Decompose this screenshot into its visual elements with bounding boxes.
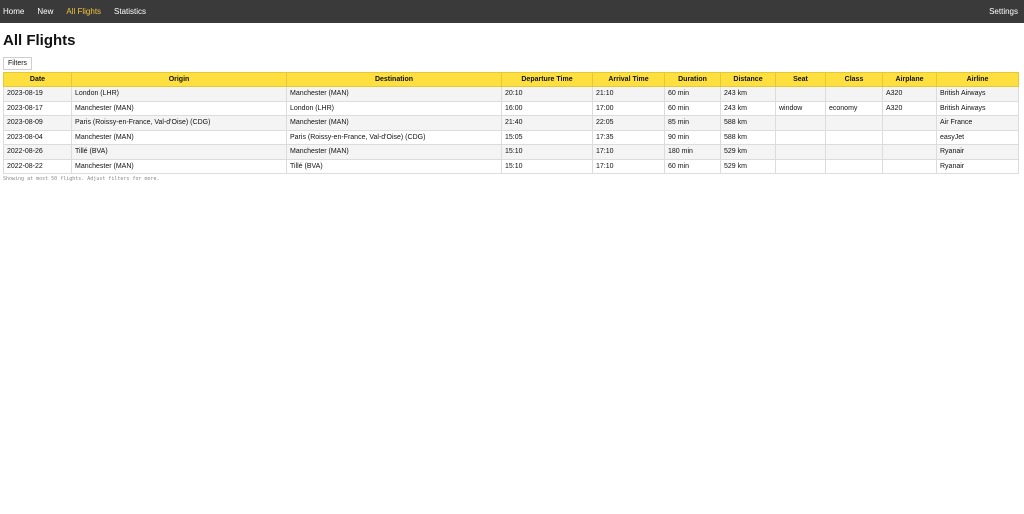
cell-origin: Paris (Roissy-en-France, Val-d'Oise) (CD… bbox=[71, 115, 287, 131]
flights-table: Date Origin Destination Departure Time Arriv… bbox=[3, 72, 1019, 174]
cell-airplane bbox=[882, 115, 937, 131]
cell-origin: Tillé (BVA) bbox=[71, 144, 287, 160]
cell-arrival-time: 17:00 bbox=[592, 100, 665, 116]
nav-right: Settings bbox=[989, 7, 1021, 16]
cell-class bbox=[825, 86, 883, 102]
table-header: Date Origin Destination Departure Time Arriv… bbox=[3, 72, 1019, 87]
table-body: 2023-08-19 London (LHR) Manchester (MAN) 20… bbox=[3, 86, 1019, 174]
column-header-arrival-time: Arrival Time bbox=[592, 72, 665, 87]
column-header-airline: Airline bbox=[936, 72, 1019, 87]
cell-seat bbox=[775, 158, 826, 174]
table-row[interactable]: 2023-08-19 London (LHR) Manchester (MAN) 20… bbox=[3, 86, 1019, 102]
cell-distance: 529 km bbox=[720, 158, 776, 174]
column-header-departure-time: Departure Time bbox=[501, 72, 593, 87]
cell-airplane bbox=[882, 158, 937, 174]
cell-seat bbox=[775, 86, 826, 102]
cell-duration: 60 min bbox=[664, 86, 721, 102]
column-header-origin: Origin bbox=[71, 72, 287, 87]
cell-destination: Paris (Roissy-en-France, Val-d'Oise) (CD… bbox=[286, 129, 502, 145]
cell-departure-time: 16:00 bbox=[501, 100, 593, 116]
cell-origin: London (LHR) bbox=[71, 86, 287, 102]
table-row[interactable]: 2023-08-09 Paris (Roissy-en-France, Val-d… bbox=[3, 115, 1019, 131]
cell-airline: Air France bbox=[936, 115, 1019, 131]
table-row[interactable]: 2022-08-26 Tillé (BVA) Manchester (MAN) 15:… bbox=[3, 144, 1019, 160]
cell-departure-time: 15:10 bbox=[501, 144, 593, 160]
top-navbar: Home New All Flights Statistics Settings bbox=[0, 0, 1024, 23]
cell-origin: Manchester (MAN) bbox=[71, 158, 287, 174]
page-title: All Flights bbox=[3, 32, 76, 49]
cell-seat bbox=[775, 115, 826, 131]
cell-airplane: A320 bbox=[882, 100, 937, 116]
cell-distance: 243 km bbox=[720, 100, 776, 116]
cell-distance: 588 km bbox=[720, 115, 776, 131]
cell-class bbox=[825, 158, 883, 174]
cell-departure-time: 15:05 bbox=[501, 129, 593, 145]
cell-airline: Ryanair bbox=[936, 144, 1019, 160]
nav-new-link[interactable]: New bbox=[37, 7, 53, 16]
cell-origin: Manchester (MAN) bbox=[71, 129, 287, 145]
cell-class bbox=[825, 115, 883, 131]
cell-airplane bbox=[882, 129, 937, 145]
cell-arrival-time: 22:05 bbox=[592, 115, 665, 131]
cell-class bbox=[825, 129, 883, 145]
column-header-seat: Seat bbox=[775, 72, 826, 87]
table-row[interactable]: 2022-08-22 Manchester (MAN) Tillé (BVA) 15:… bbox=[3, 158, 1019, 174]
cell-origin: Manchester (MAN) bbox=[71, 100, 287, 116]
cell-airplane bbox=[882, 144, 937, 160]
column-header-airplane: Airplane bbox=[882, 72, 937, 87]
cell-airline: easyJet bbox=[936, 129, 1019, 145]
nav-statistics-link[interactable]: Statistics bbox=[114, 7, 146, 16]
cell-seat bbox=[775, 129, 826, 145]
cell-duration: 90 min bbox=[664, 129, 721, 145]
cell-date: 2022-08-26 bbox=[3, 144, 72, 160]
nav-links: Home New All Flights Statistics bbox=[3, 7, 159, 16]
results-footnote: Showing at most 50 flights. Adjust filte… bbox=[3, 176, 160, 182]
cell-airline: Ryanair bbox=[936, 158, 1019, 174]
cell-date: 2023-08-19 bbox=[3, 86, 72, 102]
cell-duration: 60 min bbox=[664, 100, 721, 116]
nav-home-link[interactable]: Home bbox=[3, 7, 24, 16]
cell-destination: Manchester (MAN) bbox=[286, 115, 502, 131]
column-header-distance: Distance bbox=[720, 72, 776, 87]
cell-arrival-time: 17:10 bbox=[592, 158, 665, 174]
cell-destination: Manchester (MAN) bbox=[286, 144, 502, 160]
flights-table-container: Date Origin Destination Departure Time Arriv… bbox=[3, 72, 1019, 174]
nav-all-flights-link[interactable]: All Flights bbox=[66, 7, 101, 16]
column-header-class: Class bbox=[825, 72, 883, 87]
cell-date: 2023-08-09 bbox=[3, 115, 72, 131]
cell-arrival-time: 17:10 bbox=[592, 144, 665, 160]
cell-date: 2022-08-22 bbox=[3, 158, 72, 174]
header-row: Date Origin Destination Departure Time Arriv… bbox=[3, 72, 1019, 87]
cell-destination: London (LHR) bbox=[286, 100, 502, 116]
cell-duration: 180 min bbox=[664, 144, 721, 160]
cell-departure-time: 20:10 bbox=[501, 86, 593, 102]
cell-seat bbox=[775, 144, 826, 160]
cell-arrival-time: 21:10 bbox=[592, 86, 665, 102]
column-header-destination: Destination bbox=[286, 72, 502, 87]
cell-date: 2023-08-04 bbox=[3, 129, 72, 145]
cell-distance: 588 km bbox=[720, 129, 776, 145]
filters-button[interactable]: Filters bbox=[3, 57, 33, 70]
cell-date: 2023-08-17 bbox=[3, 100, 72, 116]
cell-class: economy bbox=[825, 100, 883, 116]
cell-departure-time: 21:40 bbox=[501, 115, 593, 131]
cell-departure-time: 15:10 bbox=[501, 158, 593, 174]
cell-duration: 85 min bbox=[664, 115, 721, 131]
column-header-date: Date bbox=[3, 72, 72, 87]
cell-airplane: A320 bbox=[882, 86, 937, 102]
nav-settings-link[interactable]: Settings bbox=[989, 7, 1018, 16]
cell-arrival-time: 17:35 bbox=[592, 129, 665, 145]
cell-airline: British Airways bbox=[936, 86, 1019, 102]
cell-class bbox=[825, 144, 883, 160]
table-row[interactable]: 2023-08-04 Manchester (MAN) Paris (Roissy-… bbox=[3, 129, 1019, 145]
table-row[interactable]: 2023-08-17 Manchester (MAN) London (LHR) 16… bbox=[3, 100, 1019, 116]
cell-distance: 243 km bbox=[720, 86, 776, 102]
cell-seat: window bbox=[775, 100, 826, 116]
cell-destination: Manchester (MAN) bbox=[286, 86, 502, 102]
column-header-duration: Duration bbox=[664, 72, 721, 87]
cell-distance: 529 km bbox=[720, 144, 776, 160]
cell-destination: Tillé (BVA) bbox=[286, 158, 502, 174]
cell-duration: 60 min bbox=[664, 158, 721, 174]
cell-airline: British Airways bbox=[936, 100, 1019, 116]
